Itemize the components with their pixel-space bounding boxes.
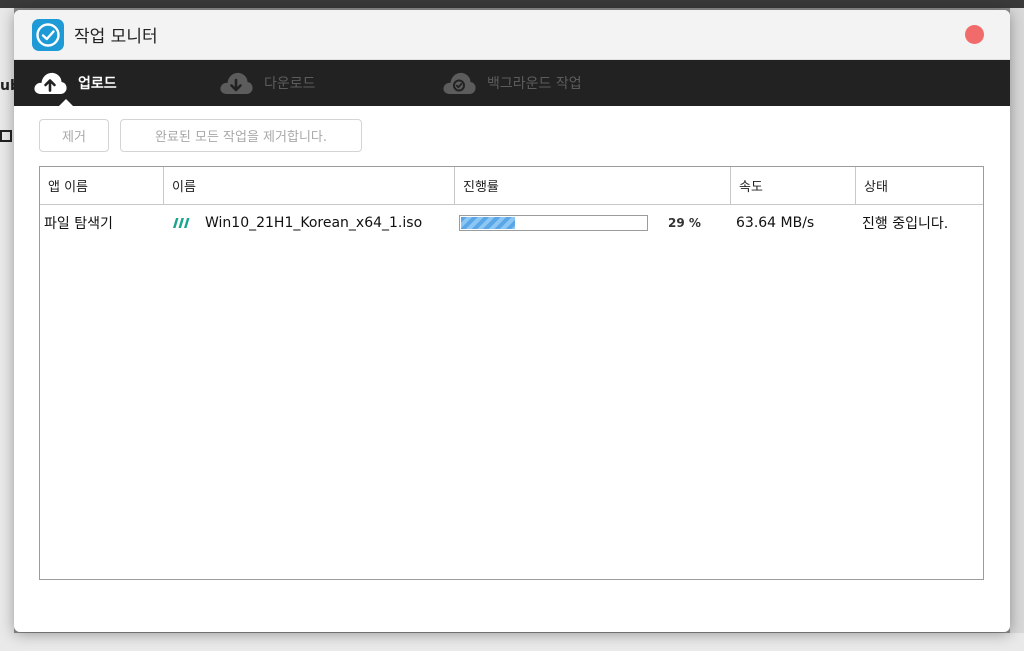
close-button[interactable] xyxy=(965,25,984,44)
column-header-speed[interactable]: 속도 xyxy=(731,167,856,204)
column-header-app-name[interactable]: 앱 이름 xyxy=(40,167,164,204)
tab-download[interactable]: 다운로드 xyxy=(218,60,316,106)
background-window-icon xyxy=(0,130,12,142)
table-row[interactable]: 파일 탐색기 Win10_21H1_Korean_x64_1.iso 29 % … xyxy=(40,205,983,241)
background-topbar xyxy=(0,0,1024,8)
cloud-check-icon xyxy=(443,72,476,94)
cell-speed: 63.64 MB/s xyxy=(736,215,815,231)
tab-bar: 업로드 다운로드 백그라운드 작업 xyxy=(14,60,1010,106)
remove-button[interactable]: 제거 xyxy=(39,119,109,152)
file-name: Win10_21H1_Korean_x64_1.iso xyxy=(205,215,423,231)
toolbar: 제거 완료된 모든 작업을 제거합니다. xyxy=(14,106,1010,164)
task-monitor-window: 작업 모니터 업로드 다운로드 백그라운드 작업 제거 완료된 모든 작업을 제… xyxy=(14,10,1010,632)
background-app-right xyxy=(1010,8,1024,651)
cloud-upload-icon xyxy=(34,72,67,94)
progress-bar xyxy=(459,215,648,231)
striped-file-icon xyxy=(171,218,191,228)
title-bar[interactable]: 작업 모니터 xyxy=(14,10,1010,60)
tab-background-tasks[interactable]: 백그라운드 작업 xyxy=(441,60,582,106)
background-app-bottom xyxy=(0,633,1024,651)
progress-percent: 29 % xyxy=(668,216,701,230)
column-header-progress[interactable]: 진행률 xyxy=(455,167,731,204)
background-app-left: ub xyxy=(0,8,20,651)
table-header: 앱 이름 이름 진행률 속도 상태 xyxy=(40,167,983,205)
task-table: 앱 이름 이름 진행률 속도 상태 파일 탐색기 Win10_21H1_Kore… xyxy=(39,166,984,580)
window-title: 작업 모니터 xyxy=(74,27,158,47)
cloud-download-icon xyxy=(220,72,253,94)
tab-upload[interactable]: 업로드 xyxy=(32,60,117,106)
cell-name: Win10_21H1_Korean_x64_1.iso xyxy=(171,205,422,241)
cell-app-name: 파일 탐색기 xyxy=(44,216,113,232)
tab-download-label: 다운로드 xyxy=(264,76,316,92)
clear-completed-button[interactable]: 완료된 모든 작업을 제거합니다. xyxy=(120,119,362,152)
progress-bar-fill xyxy=(461,217,515,229)
tab-background-tasks-label: 백그라운드 작업 xyxy=(487,76,582,92)
cell-status: 진행 중입니다. xyxy=(862,216,949,232)
active-tab-pointer xyxy=(59,99,73,106)
column-header-name[interactable]: 이름 xyxy=(164,167,455,204)
task-monitor-app-icon xyxy=(32,19,64,51)
tab-upload-label: 업로드 xyxy=(78,76,117,92)
column-header-status[interactable]: 상태 xyxy=(856,167,983,204)
